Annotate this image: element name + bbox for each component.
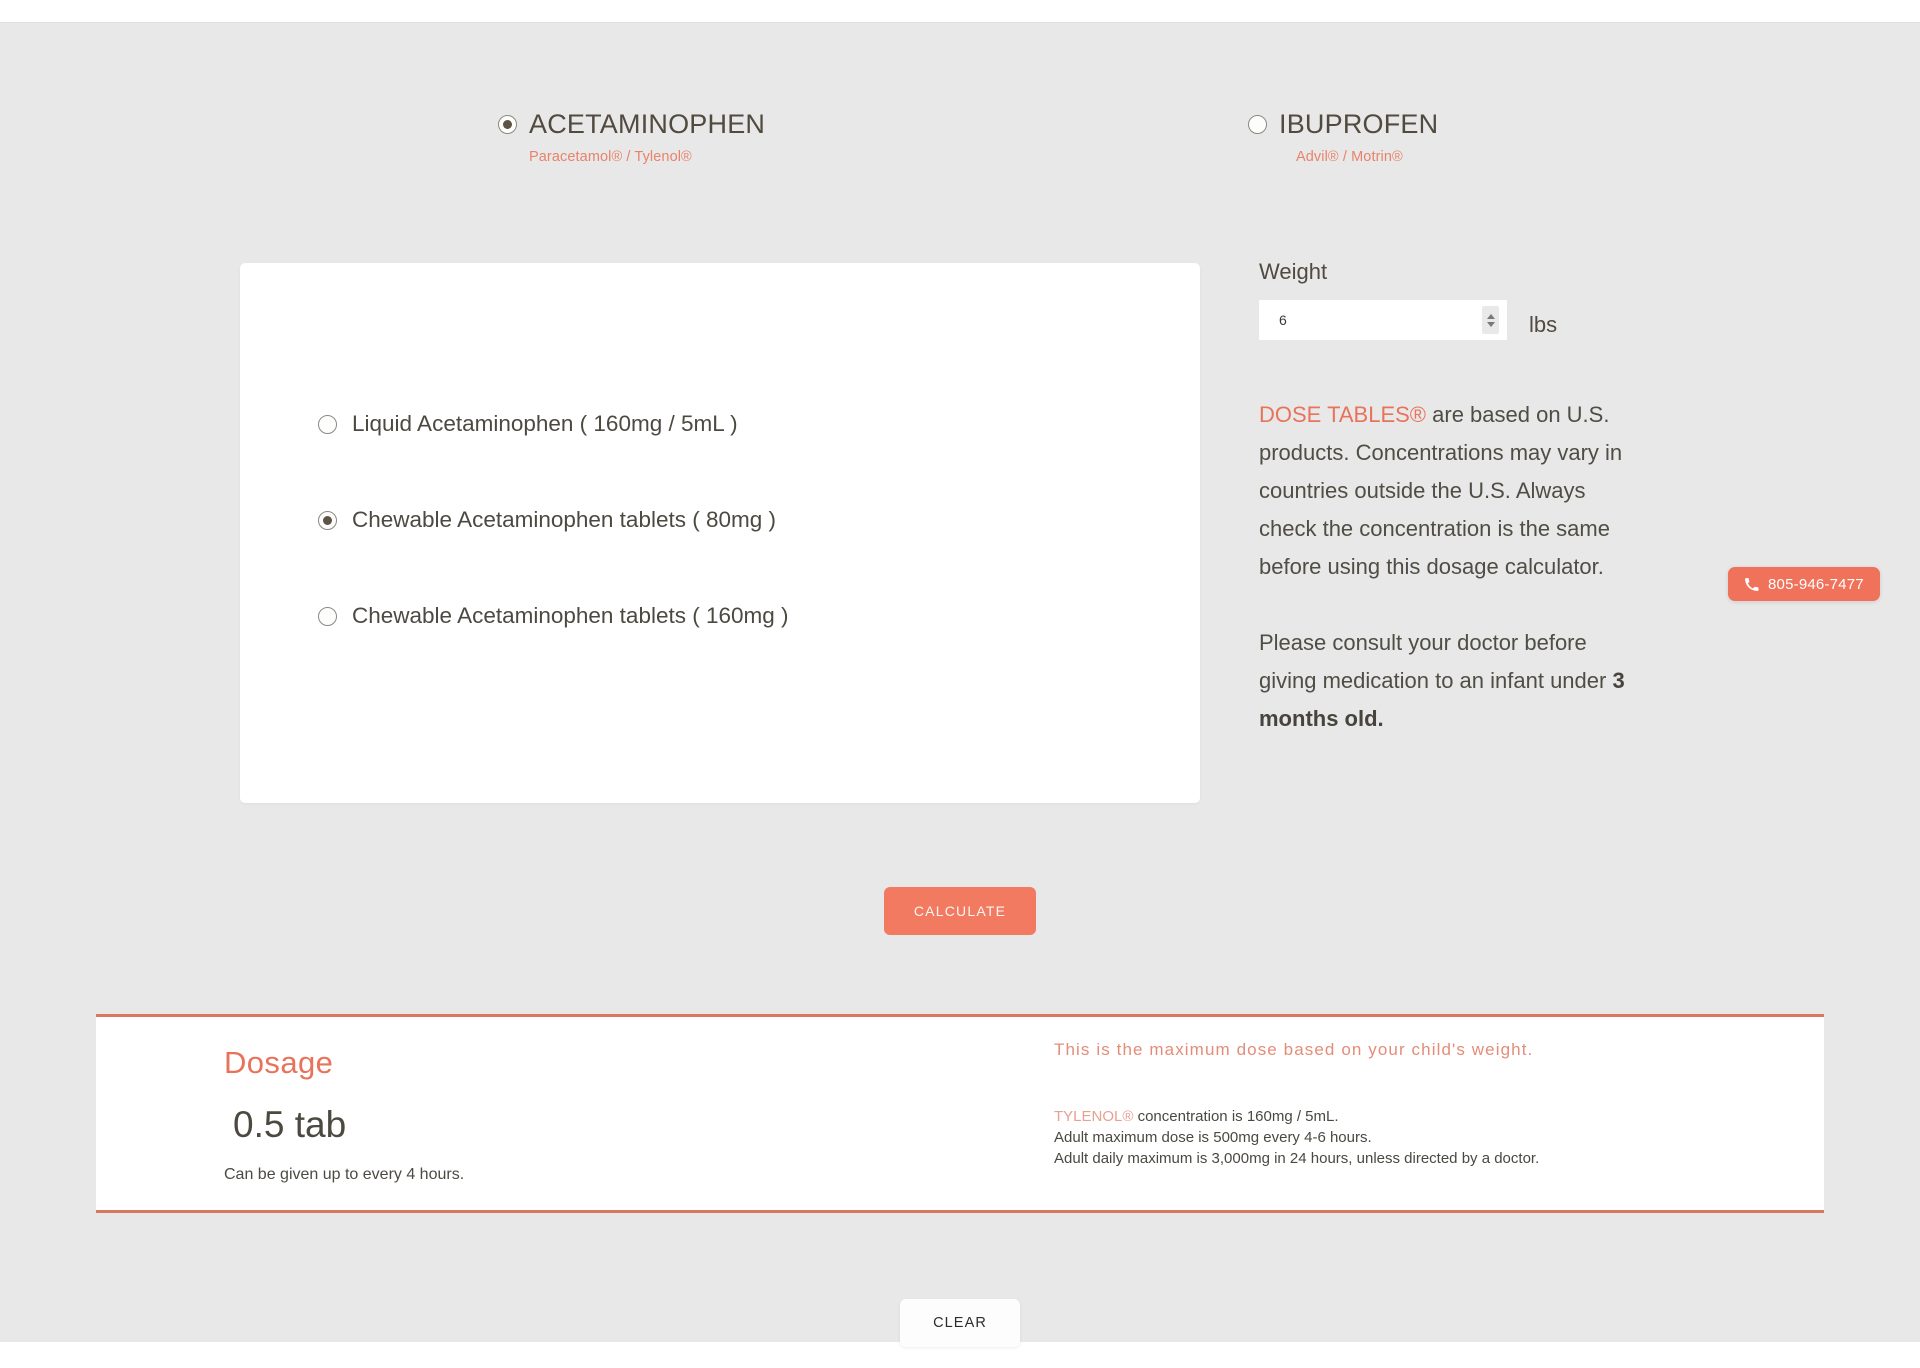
results-right-column: This is the maximum dose based on your c… [1054,1041,1794,1169]
results-dosage-value: 0.5 tab [233,1104,347,1145]
medication-subtitle-acetaminophen: Paracetamol® / Tylenol® [529,149,692,165]
consult-doctor-notice: Please consult your doctor before giving… [1259,624,1629,738]
weight-and-notices-column: Weight lbs DOSE TABLES® are based on U.S… [1259,261,1659,738]
formulation-label: Liquid Acetaminophen ( 160mg / 5mL ) [352,410,738,436]
dose-tables-body: are based on U.S. products. Concentratio… [1259,402,1623,579]
medication-selector: ACETAMINOPHEN Paracetamol® / Tylenol® IB… [0,111,1920,201]
radio-chewable-160mg[interactable] [318,606,337,626]
formulation-option-liquid-160mg-5ml[interactable]: Liquid Acetaminophen ( 160mg / 5mL ) [318,410,1118,438]
clear-button[interactable]: CLEAR [900,1299,1020,1347]
page-background: ACETAMINOPHEN Paracetamol® / Tylenol® IB… [0,22,1920,1347]
formulation-label: Chewable Acetaminophen tablets ( 80mg ) [352,506,776,532]
weight-input-row: lbs [1259,300,1659,340]
dose-tables-notice: DOSE TABLES® are based on U.S. products.… [1259,396,1629,586]
formulation-option-chewable-80mg[interactable]: Chewable Acetaminophen tablets ( 80mg ) [318,506,1118,534]
results-title: Dosage [224,1045,334,1080]
results-left-column: Dosage 0.5 tab Can be given up to every … [224,1047,784,1183]
radio-liquid-acetaminophen[interactable] [318,414,337,434]
formulation-options-card: Liquid Acetaminophen ( 160mg / 5mL ) Che… [240,263,1200,803]
results-panel: Dosage 0.5 tab Can be given up to every … [96,1014,1824,1213]
tylenol-brand: TYLENOL® [1054,1108,1134,1125]
results-headline: This is the maximum dose based on your c… [1054,1040,1534,1059]
phone-icon [1745,577,1759,591]
medication-title-acetaminophen: ACETAMINOPHEN [529,109,766,139]
radio-chewable-80mg[interactable] [318,510,337,530]
fine-print-line-3: Adult daily maximum is 3,000mg in 24 hou… [1054,1150,1540,1167]
weight-stepper[interactable] [1482,306,1499,334]
fine-print-line-2: Adult maximum dose is 500mg every 4-6 ho… [1054,1129,1372,1146]
weight-unit-label: lbs [1529,312,1558,337]
weight-label: Weight [1259,259,1328,284]
fine-print-line-1: TYLENOL® concentration is 160mg / 5mL. [1054,1106,1794,1127]
medication-header-ibuprofen: IBUPROFEN [1248,111,1438,138]
consult-prefix: Please consult your doctor before giving… [1259,630,1613,693]
medication-header-acetaminophen: ACETAMINOPHEN [498,111,765,138]
radio-acetaminophen[interactable] [498,115,517,134]
stepper-down-icon[interactable] [1486,321,1495,327]
formulation-label: Chewable Acetaminophen tablets ( 160mg ) [352,602,789,628]
medication-option-ibuprofen[interactable]: IBUPROFEN Advil® / Motrin® [1248,111,1438,165]
stepper-up-icon[interactable] [1486,313,1495,319]
weight-input-wrapper [1259,300,1507,340]
radio-ibuprofen[interactable] [1248,115,1267,134]
medication-title-ibuprofen: IBUPROFEN [1279,109,1439,139]
phone-number: 805-946-7477 [1768,575,1864,593]
dose-tables-brand: DOSE TABLES® [1259,402,1427,427]
results-fine-print: TYLENOL® concentration is 160mg / 5mL. A… [1054,1106,1794,1169]
results-frequency-note: Can be given up to every 4 hours. [224,1166,465,1183]
weight-input[interactable] [1259,300,1507,340]
medication-subtitle-ibuprofen: Advil® / Motrin® [1296,149,1403,165]
formulation-option-chewable-160mg[interactable]: Chewable Acetaminophen tablets ( 160mg ) [318,602,1118,630]
medication-option-acetaminophen[interactable]: ACETAMINOPHEN Paracetamol® / Tylenol® [498,111,765,165]
fine-print-text-1: concentration is 160mg / 5mL. [1133,1108,1339,1125]
phone-call-button[interactable]: 805-946-7477 [1728,567,1880,601]
calculate-button[interactable]: CALCULATE [884,887,1036,935]
formulation-option-list: Liquid Acetaminophen ( 160mg / 5mL ) Che… [318,410,1118,630]
